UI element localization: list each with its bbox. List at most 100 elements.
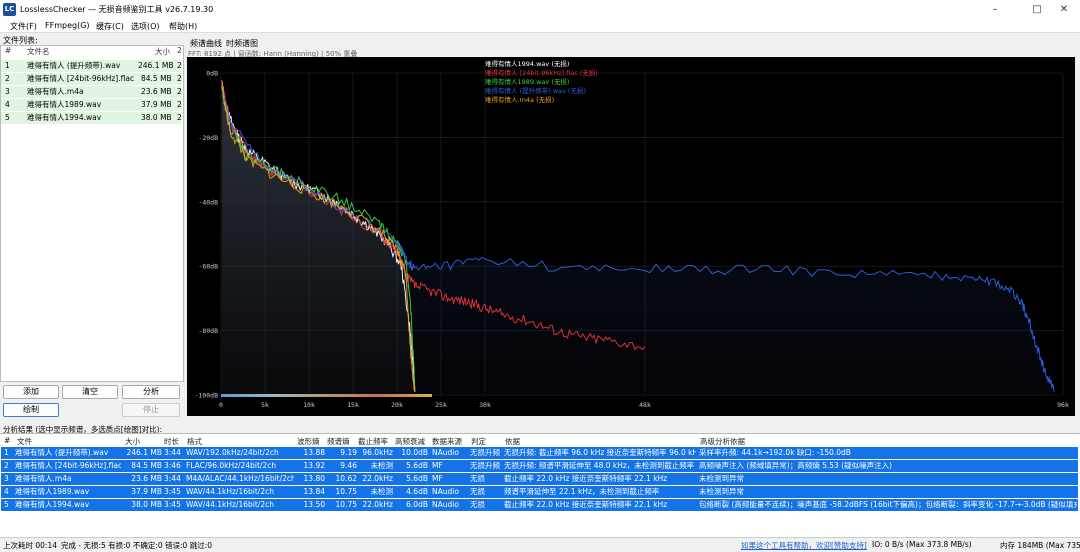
- result-row[interactable]: 3 难得有情人.m4a 23.6 MB 3:44 M4A/ALAC/44.1kHz/16…: [1, 473, 1078, 485]
- result-cell-advanced: 未检测到异常: [699, 487, 744, 496]
- file-row-size: 38.0 MB: [141, 113, 172, 122]
- file-header-size[interactable]: 大小: [155, 46, 170, 57]
- result-row[interactable]: 4 难得有情人1989.wav 37.9 MB 3:45 WAV/44.1kHz/16b…: [1, 486, 1078, 498]
- results-header-cutoff[interactable]: 截止频率: [358, 436, 388, 447]
- file-row-name: 难得有情人1994.wav: [27, 113, 102, 122]
- result-cell-hf-decay: 6.0dB: [406, 500, 428, 509]
- window-title: LosslessChecker — 无损音频鉴别工具 v26.7.19.30: [20, 5, 214, 14]
- results-header-num[interactable]: #: [4, 436, 10, 445]
- file-row[interactable]: 1 难得有情人 (提升频带).wav 246.1 MB 2: [1, 60, 182, 72]
- result-cell-hf-decay: 5.6dB: [406, 474, 428, 483]
- results-header-spec-entropy[interactable]: 频谱熵: [327, 436, 350, 447]
- file-row[interactable]: 4 难得有情人1989.wav 37.9 MB 2: [1, 99, 182, 111]
- results-header-duration[interactable]: 时长: [164, 436, 179, 447]
- add-button[interactable]: 添加: [3, 385, 59, 399]
- clear-button[interactable]: 清空: [62, 385, 118, 399]
- result-cell-duration: 3:44: [164, 474, 181, 483]
- result-cell-num: 3: [4, 474, 9, 483]
- result-cell-hf-decay: 4.6dB: [406, 487, 428, 496]
- file-row-size: 23.6 MB: [141, 87, 172, 96]
- analyze-button[interactable]: 分析: [122, 385, 180, 399]
- menu-options[interactable]: 选项(O): [131, 21, 160, 32]
- x-tick-label: 5k: [261, 401, 269, 409]
- result-cell-wave-entropy: 13.88: [303, 448, 325, 457]
- result-cell-format: WAV/44.1kHz/16bit/2ch: [186, 500, 274, 509]
- result-cell-advanced: 包络断裂 (高频能量不连续)；噪声基底 -58.2dBFS (16bit下偏高)…: [699, 500, 1077, 509]
- tab-spectrum-curve[interactable]: 频谱曲线: [190, 38, 222, 49]
- menu-cache[interactable]: 缓存(C): [96, 21, 124, 32]
- result-cell-size: 38.0 MB: [131, 500, 162, 509]
- result-cell-source: MF: [432, 461, 443, 470]
- status-memory: 内存 184MB (Max 735MB): [1000, 541, 1080, 550]
- file-row-name: 难得有情人 (提升频带).wav: [27, 61, 121, 70]
- result-cell-basis: 截止频率 22.0 kHz 接近奈奎斯特频率 22.1 kHz: [504, 474, 668, 483]
- results-header-advanced[interactable]: 高级分析依据: [700, 436, 745, 447]
- result-cell-file: 难得有情人 (提升频带).wav: [15, 448, 109, 457]
- file-row-name: 难得有情人.m4a: [27, 87, 84, 96]
- result-cell-num: 1: [4, 448, 9, 457]
- result-cell-file: 难得有情人1994.wav: [15, 500, 90, 509]
- file-row[interactable]: 3 难得有情人.m4a 23.6 MB 2: [1, 86, 182, 98]
- draw-button[interactable]: 绘制: [3, 403, 59, 417]
- x-tick-label: 10k: [303, 401, 315, 409]
- legend-entry: 难得有情人 [24bit-96kHz].flac (无损): [485, 68, 598, 77]
- y-tick-label: -20dB: [198, 134, 218, 142]
- result-cell-format: FLAC/96.0kHz/24bit/2ch: [186, 461, 277, 470]
- menu-ffmpeg[interactable]: FFmpeg(G): [45, 21, 90, 30]
- legend-entry: 难得有情人.m4a (无损): [485, 95, 554, 104]
- file-row[interactable]: 2 难得有情人 [24bit-96kHz].flac 84.5 MB 2: [1, 73, 182, 85]
- result-cell-file: 难得有情人.m4a: [15, 474, 72, 483]
- result-cell-num: 2: [4, 461, 9, 470]
- result-cell-cutoff: 未检测: [370, 487, 394, 496]
- results-header-wave-entropy[interactable]: 波形熵: [297, 436, 320, 447]
- file-header-name[interactable]: 文件名: [27, 46, 50, 57]
- file-header-pct[interactable]: 2: [177, 46, 182, 55]
- menu-help[interactable]: 帮助(H): [169, 21, 197, 32]
- result-cell-size: 84.5 MB: [131, 461, 162, 470]
- chart-legend: 难得有情人1994.wav (无损)难得有情人 [24bit-96kHz].fl…: [485, 59, 598, 104]
- y-tick-label: -80dB: [198, 327, 218, 335]
- result-cell-hf-decay: 5.6dB: [406, 461, 428, 470]
- result-cell-hf-decay: 10.0dB: [401, 448, 428, 457]
- result-cell-cutoff: 96.0kHz: [362, 448, 393, 457]
- file-row[interactable]: 5 难得有情人1994.wav 38.0 MB 2: [1, 112, 182, 124]
- results-header-size[interactable]: 大小: [125, 436, 140, 447]
- result-cell-source: MF: [432, 474, 443, 483]
- result-cell-verdict: 无损升频: [470, 461, 500, 470]
- tab-spectrogram[interactable]: 时频谱图: [226, 38, 258, 49]
- results-header-hf-decay[interactable]: 高频衰减: [395, 436, 425, 447]
- x-tick-label: 20k: [391, 401, 403, 409]
- spectrum-chart[interactable]: 0dB -20dB -40dB -60dB -80dB -100dB0 5k 10k 15k 20…: [187, 57, 1075, 416]
- close-button[interactable]: ✕: [1044, 0, 1080, 19]
- result-row[interactable]: 1 难得有情人 (提升频带).wav 246.1 MB 3:44 WAV/192.0kH…: [1, 447, 1078, 459]
- x-tick-label: 0: [219, 401, 223, 409]
- result-cell-file: 难得有情人1989.wav: [15, 487, 90, 496]
- results-header-verdict[interactable]: 判定: [471, 436, 486, 447]
- result-row[interactable]: 5 难得有情人1994.wav 38.0 MB 3:45 WAV/44.1kHz/16b…: [1, 499, 1078, 511]
- results-header-format[interactable]: 格式: [187, 436, 202, 447]
- file-header-num[interactable]: #: [5, 46, 11, 55]
- file-row-pct: 2: [177, 113, 182, 122]
- menu-file[interactable]: 文件(F): [10, 21, 37, 32]
- result-cell-source: NAudio: [432, 487, 459, 496]
- result-cell-source: NAudio: [432, 448, 459, 457]
- result-cell-basis: 无损升频: 频谱平滑延伸至 48.0 kHz，未检测到截止频率: [504, 461, 695, 470]
- minimize-button[interactable]: –: [975, 0, 1015, 19]
- result-row[interactable]: 2 难得有情人 [24bit-96kHz].flac 84.5 MB 3:46 FLAC…: [1, 460, 1078, 472]
- x-tick-label: 15k: [347, 401, 359, 409]
- file-row-name: 难得有情人1989.wav: [27, 100, 102, 109]
- result-cell-format: M4A/ALAC/44.1kHz/16bit/2ch: [186, 474, 294, 483]
- x-tick-label: 25k: [435, 401, 447, 409]
- result-cell-duration: 3:45: [164, 500, 181, 509]
- result-cell-spec-entropy: 9.19: [340, 448, 357, 457]
- results-header-basis[interactable]: 依据: [505, 436, 520, 447]
- file-row-pct: 2: [177, 74, 182, 83]
- menu-bar: [0, 19, 1080, 33]
- file-row-num: 5: [5, 113, 10, 122]
- result-cell-duration: 3:44: [164, 448, 181, 457]
- stop-button[interactable]: 停止: [122, 403, 180, 417]
- sponsor-link[interactable]: 如果这个工具有帮助，欢迎[赞助支持]: [741, 540, 867, 551]
- file-row-pct: 2: [177, 100, 182, 109]
- results-header-file[interactable]: 文件: [17, 436, 32, 447]
- results-header-source[interactable]: 数据来源: [432, 436, 462, 447]
